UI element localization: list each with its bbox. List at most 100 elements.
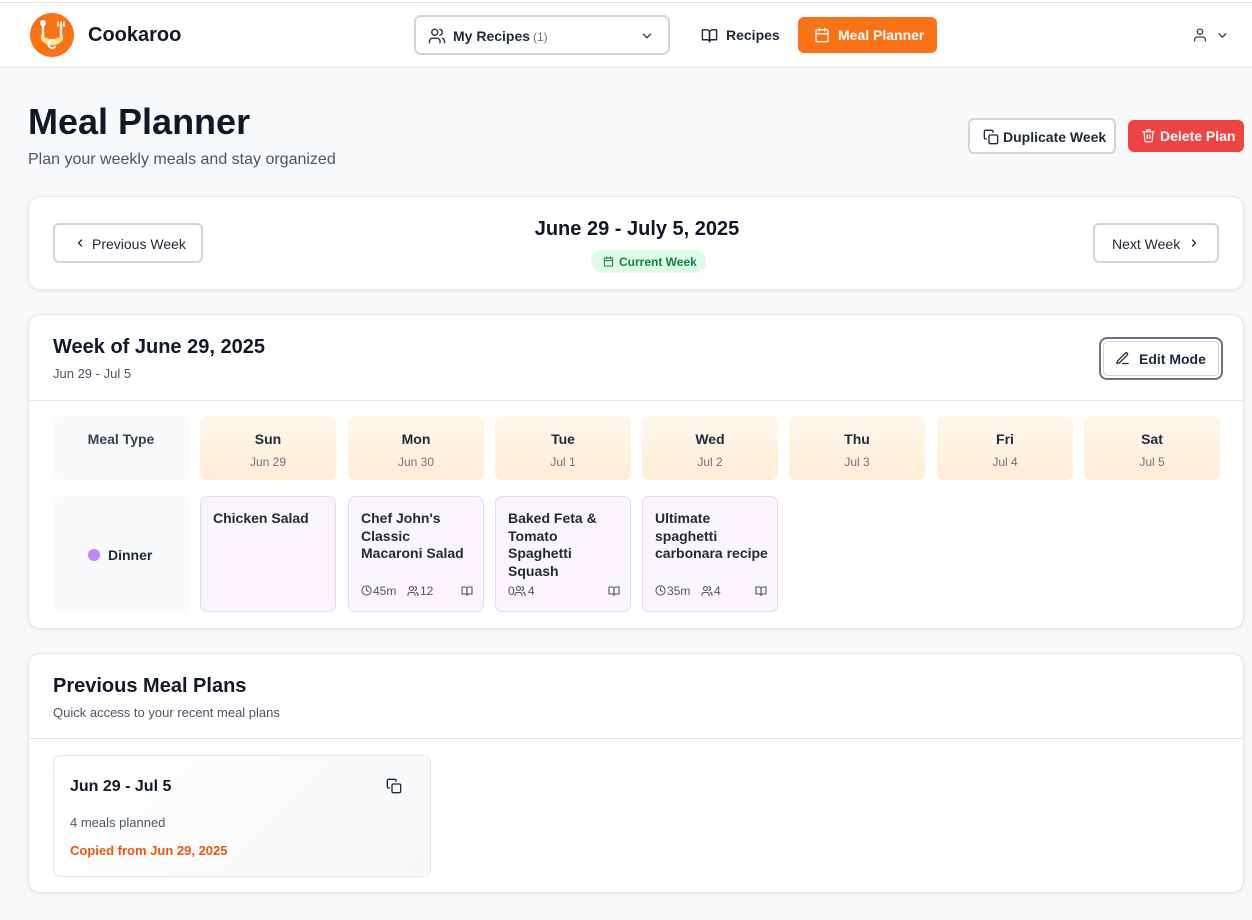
meal-type-dinner: Dinner xyxy=(53,496,189,612)
previous-plans-subtitle: Quick access to your recent meal plans xyxy=(53,705,280,720)
book-open-icon[interactable] xyxy=(755,585,767,597)
meal-card-wed-dinner[interactable]: Ultimate spaghetti carbonara recipe 35m … xyxy=(642,496,778,612)
day-header-sun: Sun Jun 29 xyxy=(200,416,336,480)
meal-card-mon-dinner[interactable]: Chef John's Classic Macaroni Salad 45m 1… xyxy=(348,496,484,612)
meal-time: 45m xyxy=(373,584,397,598)
week-plan-card: Week of June 29, 2025 Jun 29 - Jul 5 Edi… xyxy=(28,314,1245,629)
day-date: Jul 3 xyxy=(844,455,870,469)
meal-servings: 12 xyxy=(420,584,434,598)
day-header-sat: Sat Jul 5 xyxy=(1084,416,1220,480)
meal-card-tue-dinner[interactable]: Baked Feta & Tomato Spaghetti Squash 0 4 xyxy=(495,496,631,612)
my-recipes-select[interactable]: My Recipes (1) xyxy=(414,15,670,55)
users-icon xyxy=(428,27,446,45)
clock-icon xyxy=(361,585,372,596)
meal-name: Chicken Salad xyxy=(213,510,309,526)
delete-plan-label: Delete Plan xyxy=(1160,128,1236,144)
meal-name: Ultimate spaghetti carbonara recipe xyxy=(655,510,768,561)
user-icon xyxy=(1192,27,1208,43)
trash-icon xyxy=(1141,128,1156,143)
copy-icon xyxy=(983,129,999,145)
book-open-icon xyxy=(701,27,718,44)
week-range-title: June 29 - July 5, 2025 xyxy=(534,218,740,240)
day-date: Jul 2 xyxy=(697,455,723,469)
day-name: Sun xyxy=(254,431,282,447)
duplicate-week-button[interactable]: Duplicate Week xyxy=(968,118,1116,154)
day-name: Sat xyxy=(1141,431,1163,447)
nav-meal-planner-link[interactable]: Meal Planner xyxy=(798,17,937,53)
calendar-icon xyxy=(814,27,830,43)
page-subtitle: Plan your weekly meals and stay organize… xyxy=(28,151,336,168)
previous-plan-item[interactable]: Jun 29 - Jul 5 4 meals planned Copied fr… xyxy=(53,755,431,877)
meal-time: 35m xyxy=(667,584,691,598)
meal-servings: 4 xyxy=(528,584,535,598)
next-week-label: Next Week xyxy=(1112,236,1181,252)
calendar-icon xyxy=(603,256,614,267)
day-name: Tue xyxy=(551,431,575,447)
previous-plans-title: Previous Meal Plans xyxy=(53,675,247,697)
previous-plan-copied-from: Copied from Jun 29, 2025 xyxy=(70,843,228,858)
day-date: Jul 1 xyxy=(550,455,576,469)
servings-icon xyxy=(514,585,526,597)
meal-meta: 45m 12 xyxy=(361,584,473,598)
day-header-fri: Fri Jul 4 xyxy=(937,416,1073,480)
day-date: Jul 4 xyxy=(992,455,1018,469)
divider xyxy=(29,738,1245,739)
day-header-thu: Thu Jul 3 xyxy=(789,416,925,480)
user-menu-button[interactable] xyxy=(1186,23,1232,49)
chevron-right-icon xyxy=(1188,237,1200,249)
day-header-mon: Mon Jun 30 xyxy=(348,416,484,480)
day-header-wed: Wed Jul 2 xyxy=(642,416,778,480)
duplicate-week-label: Duplicate Week xyxy=(1003,129,1107,145)
nav-meal-planner-label: Meal Planner xyxy=(838,27,925,43)
servings-icon xyxy=(407,585,419,597)
cookaroo-logo[interactable] xyxy=(30,13,74,57)
nav-recipes-label: Recipes xyxy=(726,27,780,43)
week-plan-subtitle: Jun 29 - Jul 5 xyxy=(53,366,132,381)
nav-recipes-link[interactable]: Recipes xyxy=(690,17,786,53)
brand-name[interactable]: Cookaroo xyxy=(88,24,181,47)
meal-servings: 4 xyxy=(714,584,721,598)
chevron-down-icon xyxy=(640,29,654,43)
servings-icon xyxy=(701,585,713,597)
app-header: Cookaroo My Recipes (1) Recipes Meal Pla… xyxy=(0,3,1252,68)
pencil-icon xyxy=(1115,351,1130,366)
copy-icon[interactable] xyxy=(386,778,402,794)
meal-type-dot xyxy=(88,549,100,561)
current-week-label: Current Week xyxy=(619,255,697,269)
previous-meal-plans-card: Previous Meal Plans Quick access to your… xyxy=(28,653,1245,893)
day-name: Wed xyxy=(695,431,725,447)
my-recipes-count: (1) xyxy=(533,30,548,44)
meal-meta: 0 4 xyxy=(508,584,620,598)
meal-name: Baked Feta & Tomato Spaghetti Squash xyxy=(508,510,597,579)
my-recipes-label: My Recipes xyxy=(453,28,531,44)
day-date: Jun 30 xyxy=(397,455,435,469)
day-name: Thu xyxy=(844,431,870,447)
edit-mode-button[interactable]: Edit Mode xyxy=(1099,337,1223,380)
next-week-button[interactable]: Next Week xyxy=(1093,223,1219,263)
current-week-badge: Current Week xyxy=(591,250,706,273)
page-title: Meal Planner xyxy=(28,101,251,142)
previous-plan-range: Jun 29 - Jul 5 xyxy=(70,778,172,795)
week-plan-title: Week of June 29, 2025 xyxy=(53,336,265,358)
day-name: Mon xyxy=(401,431,431,447)
day-date: Jun 29 xyxy=(249,455,287,469)
edit-mode-label: Edit Mode xyxy=(1139,351,1206,367)
delete-plan-button[interactable]: Delete Plan xyxy=(1128,120,1244,152)
book-open-icon[interactable] xyxy=(608,585,620,597)
chef-logo-icon xyxy=(40,20,65,49)
day-header-tue: Tue Jul 1 xyxy=(495,416,631,480)
meal-type-header: Meal Type xyxy=(53,416,189,480)
book-open-icon[interactable] xyxy=(461,585,473,597)
meal-meta: 35m 4 xyxy=(655,584,767,598)
week-navigator-card: Previous Week June 29 - July 5, 2025 Cur… xyxy=(28,196,1244,290)
meal-type-label: Dinner xyxy=(108,547,153,563)
divider xyxy=(29,400,1245,401)
day-name: Fri xyxy=(996,431,1014,447)
day-date: Jul 5 xyxy=(1139,455,1165,469)
meal-name: Chef John's Classic Macaroni Salad xyxy=(361,510,464,561)
clock-icon xyxy=(655,585,666,596)
previous-plan-meal-count: 4 meals planned xyxy=(70,815,166,830)
chevron-down-icon xyxy=(1216,29,1229,42)
meal-type-header-label: Meal Type xyxy=(87,431,155,447)
meal-card-sun-dinner[interactable]: Chicken Salad xyxy=(200,496,336,612)
